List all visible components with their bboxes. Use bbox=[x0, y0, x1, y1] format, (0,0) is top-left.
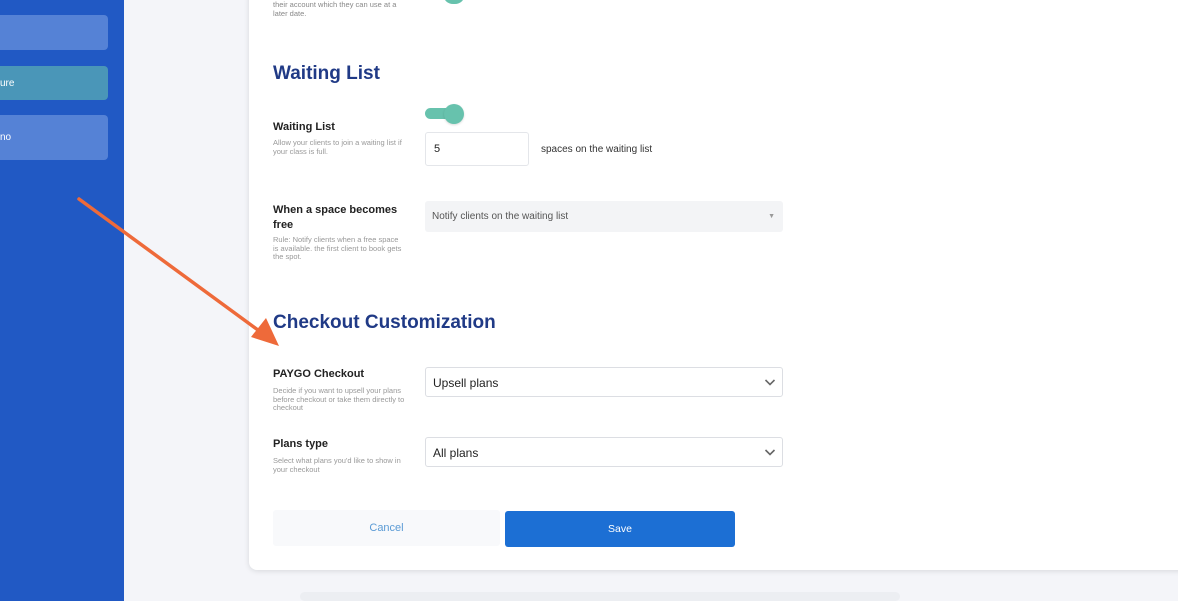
annotation-arrow-icon bbox=[77, 197, 279, 346]
